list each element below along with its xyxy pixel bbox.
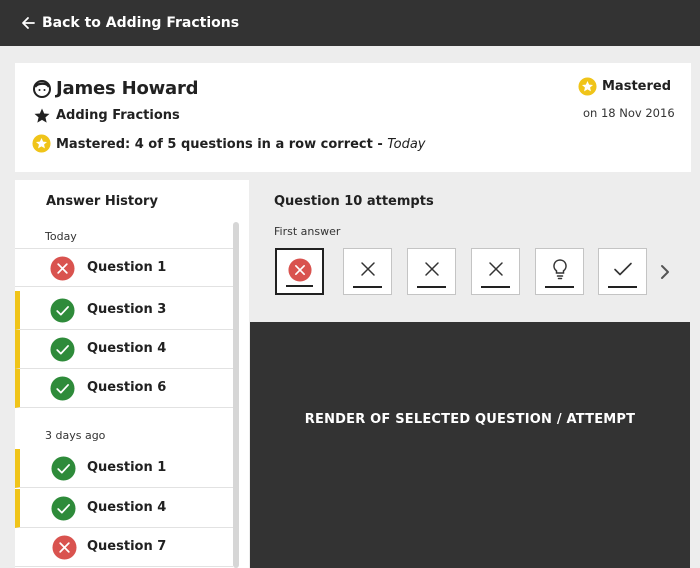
history-row[interactable]: Question 6	[15, 369, 233, 408]
answer-history-panel: Answer History Today Question 1 Question…	[15, 180, 249, 568]
learner-summary-card: James Howard Adding Fractions Mastered: …	[15, 63, 691, 172]
x-icon	[420, 257, 444, 281]
check-circle-icon	[50, 298, 75, 323]
check-circle-icon	[50, 337, 75, 362]
attempt-underline	[608, 286, 637, 288]
check-circle-icon	[50, 376, 75, 401]
star-icon	[33, 107, 51, 125]
lightbulb-icon	[548, 257, 572, 281]
first-answer-label: First answer	[274, 225, 341, 238]
attempts-title: Question 10 attempts	[274, 194, 434, 209]
x-circle-icon	[287, 258, 312, 282]
history-row-label: Question 1	[87, 260, 167, 275]
attempt-tile[interactable]	[471, 248, 520, 295]
check-icon	[611, 257, 635, 281]
scrollbar[interactable]	[233, 222, 239, 568]
history-row-label: Question 7	[87, 539, 167, 554]
attempt-underline	[286, 285, 313, 287]
mastery-status-text: Mastered: 4 of 5 questions in a row corr…	[56, 137, 388, 152]
history-row-label: Question 4	[87, 500, 167, 515]
attempt-tile[interactable]	[275, 248, 324, 295]
attempt-tile[interactable]	[407, 248, 456, 295]
history-row-label: Question 1	[87, 460, 167, 475]
group-label-today: Today	[45, 230, 77, 243]
history-row[interactable]: Question 3	[15, 291, 233, 330]
chevron-right-icon[interactable]	[656, 263, 674, 281]
learner-name: James Howard	[56, 78, 199, 99]
history-row-label: Question 6	[87, 380, 167, 395]
topic-name: Adding Fractions	[56, 108, 180, 123]
attempt-underline	[545, 286, 574, 288]
mastered-badge-label: Mastered	[602, 79, 672, 94]
render-placeholder-label: RENDER OF SELECTED QUESTION / ATTEMPT	[304, 412, 636, 427]
history-row-label: Question 4	[87, 341, 167, 356]
gold-star-icon	[578, 77, 597, 96]
attempt-underline	[481, 286, 510, 288]
history-row[interactable]: Question 1	[15, 248, 233, 287]
history-row[interactable]: Question 4	[15, 489, 233, 528]
history-row[interactable]: Question 1	[15, 449, 233, 488]
check-circle-icon	[51, 456, 76, 481]
x-icon	[356, 257, 380, 281]
group-label-3-days-ago: 3 days ago	[45, 429, 106, 442]
gold-star-icon	[32, 134, 51, 153]
attempt-tile[interactable]	[598, 248, 647, 295]
attempt-underline	[417, 286, 446, 288]
learner-face-icon	[32, 79, 52, 99]
history-row[interactable]: Question 4	[15, 330, 233, 369]
history-row-label: Question 3	[87, 302, 167, 317]
top-bar: Back to Adding Fractions	[0, 0, 700, 46]
x-circle-icon	[52, 535, 77, 560]
question-render-area: RENDER OF SELECTED QUESTION / ATTEMPT	[250, 322, 690, 568]
check-circle-icon	[51, 496, 76, 521]
x-icon	[484, 257, 508, 281]
history-row[interactable]: Question 7	[15, 528, 233, 567]
mastery-status: Mastered: 4 of 5 questions in a row corr…	[56, 137, 426, 152]
mastered-date: on 18 Nov 2016	[583, 106, 675, 120]
attempt-tile[interactable]	[343, 248, 392, 295]
back-arrow-icon[interactable]	[20, 15, 36, 31]
attempt-tile[interactable]	[535, 248, 584, 295]
attempt-underline	[353, 286, 382, 288]
x-circle-icon	[50, 256, 75, 281]
back-link[interactable]: Back to Adding Fractions	[42, 15, 239, 31]
mastery-status-when: Today	[387, 137, 426, 152]
answer-history-title: Answer History	[46, 194, 158, 209]
attempts-panel: Question 10 attempts First answer	[250, 180, 690, 322]
